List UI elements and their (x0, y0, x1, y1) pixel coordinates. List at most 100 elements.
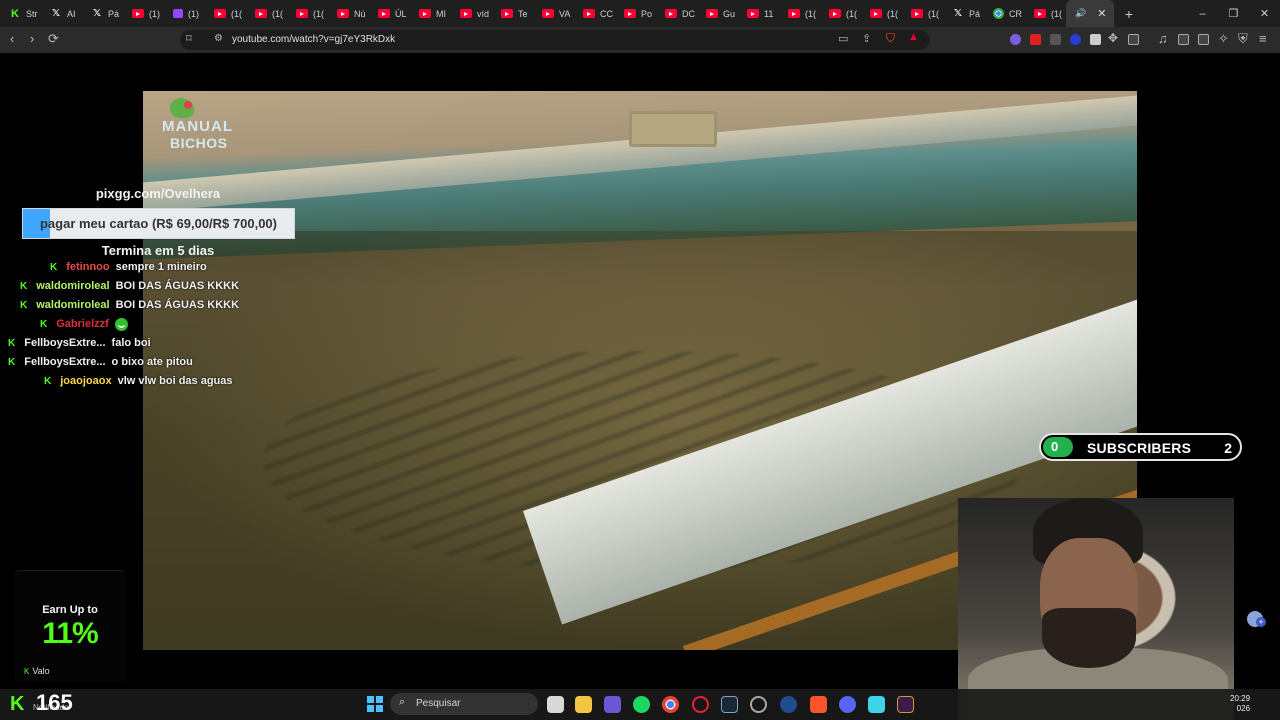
file-explorer-icon[interactable] (575, 696, 592, 713)
media-icon[interactable]: ♫ (1158, 31, 1168, 46)
app-icon[interactable] (604, 696, 621, 713)
discord-icon[interactable] (839, 696, 856, 713)
add-viewer-icon[interactable] (1247, 611, 1266, 627)
browser-tab[interactable]: MI (410, 0, 451, 27)
browser-tab[interactable]: (1( (287, 0, 328, 27)
extension-icon[interactable] (1070, 34, 1081, 45)
minimize-button[interactable]: – (1187, 8, 1218, 20)
url-text[interactable]: youtube.com/watch?v=gj7eY3RkDxk (232, 34, 395, 45)
browser-tab[interactable]: (1( (820, 0, 861, 27)
browser-tab[interactable]: CR (984, 0, 1025, 27)
site-info-icon[interactable]: ⚙ (214, 33, 223, 44)
browser-tab[interactable]: (1) (123, 0, 164, 27)
kick-icon: K (10, 693, 25, 715)
browser-tab[interactable]: (1( (861, 0, 902, 27)
browser-tab[interactable]: (1( (902, 0, 943, 27)
browser-tab[interactable]: CC (574, 0, 615, 27)
maximize-button[interactable]: ❐ (1218, 7, 1249, 20)
tab-label: (1( (1051, 8, 1062, 19)
browser-tab[interactable]: ÚL (369, 0, 410, 27)
tab-label: Pá (108, 8, 120, 19)
youtube-icon (419, 9, 431, 18)
wallet-icon[interactable] (1198, 34, 1209, 45)
windows-start-icon[interactable] (367, 696, 383, 712)
league-client-icon[interactable] (897, 696, 914, 713)
brave-rewards-icon[interactable]: ▲ (908, 31, 919, 43)
screenshot-icon[interactable] (1128, 34, 1139, 45)
browser-tab[interactable]: Te (492, 0, 533, 27)
chrome-icon[interactable] (662, 696, 679, 713)
donation-goal-bar: pagar meu cartao (R$ 69,00/R$ 700,00) (22, 208, 295, 239)
close-window-button[interactable]: ✕ (1249, 7, 1280, 20)
notepad-icon[interactable] (868, 696, 885, 713)
chat-message: K Gabrielzzf (40, 316, 128, 332)
browser-tab[interactable]: 𝕏 AI (41, 0, 82, 27)
browser-tab[interactable]: Gu (697, 0, 738, 27)
system-clock[interactable]: 20:29 026 (1230, 694, 1250, 714)
chrome-icon (993, 8, 1004, 19)
browser-tab[interactable]: (1( (779, 0, 820, 27)
sidebar-icon[interactable] (1178, 34, 1189, 45)
steam-icon[interactable] (721, 696, 738, 713)
browser-tab[interactable]: Po (615, 0, 656, 27)
chat-text: sempre 1 mineiro (115, 261, 207, 273)
browser-tab[interactable]: (1( (1025, 0, 1066, 27)
extension-icon[interactable] (1090, 34, 1101, 45)
obs-icon[interactable] (750, 696, 767, 713)
menu-icon[interactable]: ≡ (1259, 31, 1267, 46)
reload-icon[interactable]: ⟳ (48, 31, 59, 47)
donation-goal-text: pagar meu cartao (R$ 69,00/R$ 700,00) (39, 216, 277, 231)
leo-ai-icon[interactable]: ✧ (1218, 31, 1229, 47)
back-icon[interactable]: ‹ (10, 31, 14, 46)
browser-tab[interactable]: VA (533, 0, 574, 27)
extension-icon[interactable] (1010, 34, 1021, 45)
task-view-icon[interactable] (547, 696, 564, 713)
browser-tab[interactable]: K Str (0, 0, 41, 27)
forward-icon[interactable]: › (30, 31, 34, 46)
browser-tab[interactable]: Nú (328, 0, 369, 27)
promo-title: Earn Up to (42, 604, 98, 616)
chat-username: joaojoaox (60, 375, 112, 387)
youtube-icon (501, 9, 513, 18)
tab-label: DC (682, 8, 695, 19)
brave-icon[interactable] (810, 696, 827, 713)
youtube-icon (911, 9, 923, 18)
bookmark-icon[interactable]: ⌑ (186, 32, 192, 45)
youtube-icon (460, 9, 472, 18)
app-icon[interactable] (780, 696, 797, 713)
extensions-puzzle-icon[interactable]: ✥ (1108, 31, 1118, 45)
extension-icon[interactable] (1050, 34, 1061, 45)
youtube-icon (255, 9, 267, 18)
share-icon[interactable]: ⇪ (862, 32, 871, 45)
search-placeholder: Pesquisar (416, 698, 461, 709)
youtube-icon (378, 9, 390, 18)
twitch-icon (173, 9, 183, 18)
browser-tab[interactable]: 11 (738, 0, 779, 27)
search-icon: ⌕ (399, 696, 406, 708)
new-tab-button[interactable]: + (1114, 6, 1144, 22)
kick-viewer-count: 165 (36, 690, 73, 715)
address-bar[interactable]: ⌑ ⚙ youtube.com/watch?v=gj7eY3RkDxk ▭ ⇪ … (180, 30, 930, 50)
browser-tab[interactable]: (1( (205, 0, 246, 27)
tab-label: VA (559, 8, 571, 19)
vpn-shield-icon[interactable]: ⛨ (1238, 31, 1248, 47)
opera-icon[interactable] (692, 696, 709, 713)
brave-shields-icon[interactable]: ⛉ (886, 31, 895, 46)
browser-tab[interactable]: (1( (246, 0, 287, 27)
kick-badge-icon: K (20, 280, 28, 292)
spotify-icon[interactable] (633, 696, 650, 713)
browser-tab[interactable]: (1) (164, 0, 205, 27)
browser-tab[interactable]: 🔊 ✕ (1066, 0, 1114, 27)
browser-tab[interactable]: DC (656, 0, 697, 27)
tab-label: (1( (846, 8, 857, 19)
extension-icon[interactable] (1030, 34, 1041, 45)
chat-text: vlw vlw boi das aguas (117, 375, 233, 387)
close-tab-icon[interactable]: ✕ (1097, 7, 1106, 20)
tab-label: Pá (969, 8, 981, 19)
browser-tab[interactable]: 𝕏 Pá (82, 0, 123, 27)
cast-icon[interactable]: ▭ (838, 32, 848, 45)
taskbar-search[interactable]: ⌕ Pesquisar (390, 693, 538, 715)
browser-tab[interactable]: 𝕏 Pá (943, 0, 984, 27)
promo-card: Earn Up to 11% K Valo (14, 570, 126, 682)
browser-tab[interactable]: víd (451, 0, 492, 27)
